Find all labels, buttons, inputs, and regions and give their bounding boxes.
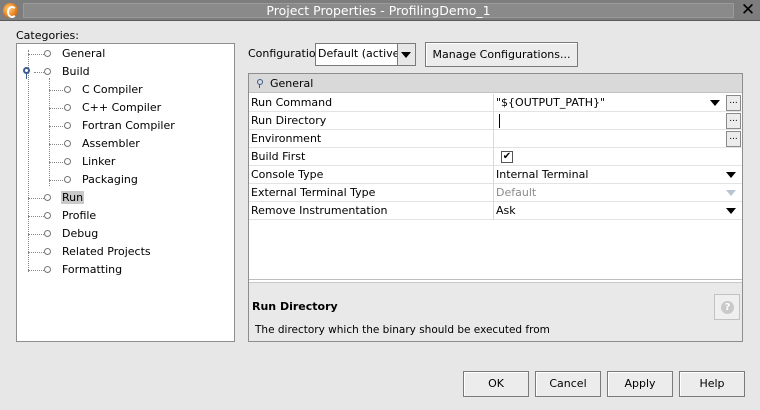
property-row-build-first[interactable]: Build First ✔ (249, 148, 742, 166)
property-value[interactable]: Internal Terminal (496, 166, 588, 184)
property-value: Default (496, 186, 537, 199)
property-name: Console Type (249, 166, 494, 184)
help-button[interactable]: Help (679, 371, 745, 397)
build-first-checkbox[interactable]: ✔ (501, 151, 513, 163)
property-sheet: General Run Command "${OUTPUT_PATH}" ...… (248, 73, 743, 342)
node-dot-icon (44, 68, 51, 75)
node-dot-icon (64, 158, 71, 165)
tree-item-label: Debug (62, 227, 99, 240)
node-dot-icon (44, 230, 51, 237)
tree-item-label: General (62, 47, 106, 60)
chevron-down-icon[interactable] (726, 172, 736, 178)
tree-item-label: Assembler (82, 137, 140, 150)
node-dot-icon (44, 266, 51, 273)
app-icon[interactable] (3, 3, 18, 18)
property-row-console-type[interactable]: Console Type Internal Terminal (249, 166, 742, 184)
run-command-browse-button[interactable]: ... (726, 95, 741, 111)
node-dot-icon (44, 212, 51, 219)
tree-item-linker[interactable]: Linker (63, 153, 115, 171)
property-name: Run Command (249, 94, 494, 112)
property-name: Run Directory (249, 112, 494, 130)
property-name: External Terminal Type (249, 184, 494, 202)
chevron-down-icon (401, 52, 411, 58)
tree-item-profile[interactable]: Profile (43, 207, 96, 225)
description-divider[interactable] (249, 279, 742, 280)
property-name: Remove Instrumentation (249, 202, 494, 220)
configuration-select[interactable]: Default (active) (315, 43, 416, 66)
property-value[interactable]: Ask (496, 202, 516, 220)
property-row-remove-instrumentation[interactable]: Remove Instrumentation Ask (249, 202, 742, 220)
node-dot-icon (64, 122, 71, 129)
tree-item-assembler[interactable]: Assembler (63, 135, 140, 153)
tree-item-c-compiler[interactable]: C Compiler (63, 81, 143, 99)
chevron-down-icon (726, 190, 736, 196)
text-caret (499, 114, 500, 128)
property-row-run-directory[interactable]: Run Directory ... (249, 112, 742, 130)
node-dot-icon (44, 248, 51, 255)
tree-item-label: Linker (82, 155, 116, 168)
categories-label-text: Categories: (16, 29, 79, 42)
property-name: Environment (249, 130, 494, 148)
cancel-button[interactable]: Cancel (535, 371, 601, 397)
expand-toggle-icon[interactable] (23, 67, 30, 79)
property-row-external-terminal-type[interactable]: External Terminal Type Default (249, 184, 742, 202)
configuration-selected-value: Default (active) (318, 47, 404, 60)
tree-item-label: Profile (62, 209, 97, 222)
description-title: Run Directory (252, 300, 338, 313)
node-dot-icon (64, 140, 71, 147)
chevron-down-icon[interactable] (710, 100, 720, 106)
ok-button[interactable]: OK (463, 371, 529, 397)
collapse-key-icon (257, 79, 263, 88)
tree-item-label: C++ Compiler (82, 101, 162, 114)
tree-item-run[interactable]: Run (43, 189, 85, 207)
node-dot-icon (64, 104, 71, 111)
property-name: Build First (249, 148, 494, 166)
tree-item-general[interactable]: General (43, 45, 105, 63)
run-directory-browse-button[interactable]: ... (726, 113, 741, 129)
tree-item-label: Run (61, 191, 85, 204)
property-row-environment[interactable]: Environment ... (249, 130, 742, 148)
categories-label: Categories: (16, 29, 79, 42)
apply-button[interactable]: Apply (607, 371, 673, 397)
tree-item-label: Related Projects (62, 245, 151, 258)
tree-item-formatting[interactable]: Formatting (43, 261, 122, 279)
tree-item-debug[interactable]: Debug (43, 225, 98, 243)
node-dot-icon (44, 194, 51, 201)
tree-item-related-projects[interactable]: Related Projects (43, 243, 151, 261)
description-panel: Run Directory The directory which the bi… (249, 282, 742, 341)
tree-item-cpp-compiler[interactable]: C++ Compiler (63, 99, 161, 117)
property-row-run-command[interactable]: Run Command "${OUTPUT_PATH}" ... (249, 94, 742, 112)
configuration-dropdown-button[interactable] (397, 44, 415, 65)
chevron-down-icon[interactable] (726, 208, 736, 214)
tree-item-label: C Compiler (82, 83, 143, 96)
manage-configurations-button[interactable]: Manage Configurations... (425, 42, 578, 67)
node-dot-icon (64, 176, 71, 183)
help-icon[interactable]: ? (714, 294, 740, 320)
tree-item-label: Build (62, 65, 90, 78)
property-group-header[interactable]: General (249, 74, 742, 93)
property-value[interactable]: "${OUTPUT_PATH}" (496, 94, 605, 112)
description-text: The directory which the binary should be… (255, 324, 550, 336)
property-group-label: General (270, 77, 314, 90)
tree-item-build[interactable]: Build (22, 63, 90, 81)
tree-item-label: Packaging (82, 173, 138, 186)
node-dot-icon (44, 50, 51, 57)
tree-item-label: Fortran Compiler (82, 119, 175, 132)
tree-item-packaging[interactable]: Packaging (63, 171, 138, 189)
close-icon[interactable]: ✕ (738, 0, 758, 20)
help-icon-glyph: ? (721, 301, 734, 314)
tree-item-fortran-compiler[interactable]: Fortran Compiler (63, 117, 175, 135)
node-dot-icon (64, 86, 71, 93)
categories-tree[interactable]: General Build C Compiler C++ Compiler Fo… (16, 43, 235, 342)
window-title: Project Properties - ProfilingDemo_1 (266, 3, 491, 18)
environment-browse-button[interactable]: ... (726, 131, 741, 147)
tree-item-label: Formatting (62, 263, 123, 276)
